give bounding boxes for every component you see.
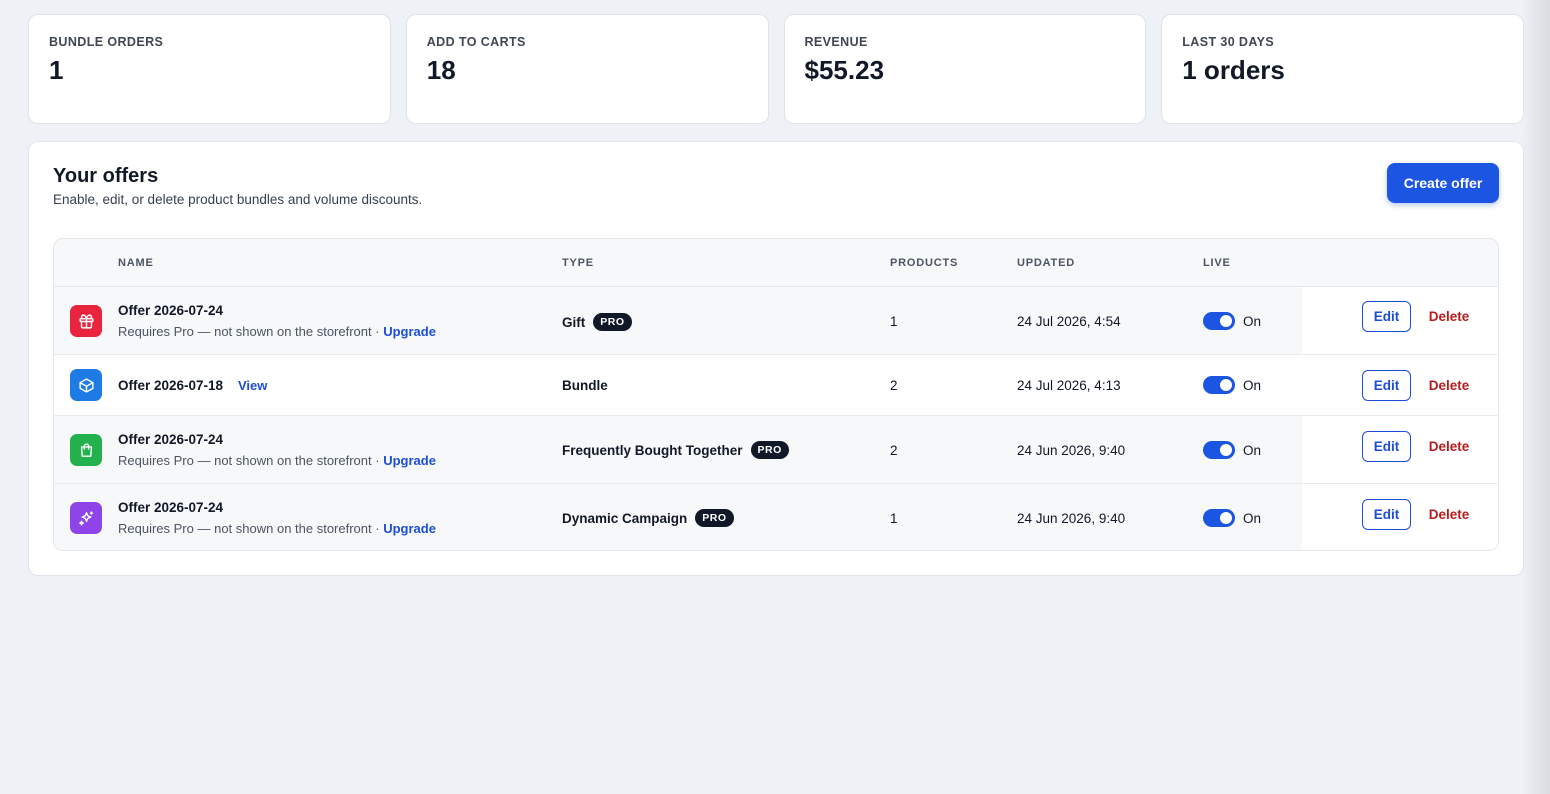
live-toggle-group: On bbox=[1203, 312, 1261, 330]
create-offer-button[interactable]: Create offer bbox=[1387, 163, 1499, 203]
offer-products: 1 bbox=[890, 511, 898, 526]
stat-value: $55.23 bbox=[804, 55, 885, 85]
pro-badge: PRO bbox=[593, 313, 632, 331]
edit-button[interactable]: Edit bbox=[1362, 301, 1411, 332]
stat-value: 18 bbox=[426, 55, 456, 85]
offer-name: Offer 2026-07-24 bbox=[118, 500, 224, 515]
pro-badge: PRO bbox=[750, 441, 789, 459]
live-toggle-label: On bbox=[1243, 313, 1262, 329]
stat-card-bundle-orders: BUNDLE ORDERS 1 bbox=[28, 14, 391, 124]
offer-products: 1 bbox=[890, 314, 898, 329]
offer-pro-note: Requires Pro — not shown on the storefro… bbox=[118, 521, 436, 536]
stat-label: LAST 30 DAYS bbox=[1182, 35, 1275, 49]
stat-value: 1 orders bbox=[1182, 55, 1285, 85]
offer-name: Offer 2026-07-24 bbox=[118, 432, 224, 447]
live-toggle[interactable] bbox=[1203, 312, 1235, 330]
shopping-bag-icon bbox=[70, 434, 102, 466]
upgrade-link[interactable]: Upgrade bbox=[383, 521, 436, 536]
column-header-name: NAME bbox=[118, 257, 154, 269]
column-header-updated: UPDATED bbox=[1017, 257, 1075, 269]
offer-updated: 24 Jun 2026, 9:40 bbox=[1017, 443, 1126, 458]
live-toggle-label: On bbox=[1243, 377, 1262, 393]
live-toggle-label: On bbox=[1243, 510, 1262, 526]
offers-card: Your offers Enable, edit, or delete prod… bbox=[28, 141, 1524, 576]
pro-badge: PRO bbox=[695, 509, 734, 527]
delete-button[interactable]: Delete bbox=[1423, 370, 1475, 401]
offer-type-label: Gift bbox=[562, 314, 586, 330]
offer-products: 2 bbox=[890, 378, 898, 393]
live-toggle[interactable] bbox=[1203, 376, 1235, 394]
offer-name: Offer 2026-07-18 bbox=[118, 378, 224, 393]
live-toggle-group: On bbox=[1203, 441, 1261, 459]
sparkles-icon bbox=[70, 502, 102, 534]
box-icon bbox=[70, 369, 102, 401]
edit-button[interactable]: Edit bbox=[1362, 431, 1411, 462]
offers-subtitle: Enable, edit, or delete product bundles … bbox=[53, 192, 423, 207]
offer-name: Offer 2026-07-24 bbox=[118, 303, 224, 318]
live-toggle-group: On bbox=[1203, 509, 1261, 527]
stat-label: BUNDLE ORDERS bbox=[49, 35, 164, 49]
offer-type-label: Bundle bbox=[562, 378, 608, 393]
edit-button[interactable]: Edit bbox=[1362, 499, 1411, 530]
table-row: Offer 2026-07-18 View Bundle 2 24 Jul 20… bbox=[54, 355, 1498, 416]
view-link[interactable]: View bbox=[238, 378, 267, 393]
offer-updated: 24 Jul 2026, 4:54 bbox=[1017, 314, 1121, 329]
offer-type: Frequently Bought Together PRO bbox=[562, 441, 789, 459]
offer-products: 2 bbox=[890, 443, 898, 458]
offer-type: Bundle bbox=[562, 378, 608, 393]
offer-type: Gift PRO bbox=[562, 313, 632, 331]
column-header-live: LIVE bbox=[1203, 257, 1231, 269]
offer-updated: 24 Jul 2026, 4:13 bbox=[1017, 378, 1121, 393]
live-toggle[interactable] bbox=[1203, 509, 1235, 527]
page-edge-shadow bbox=[1522, 0, 1550, 794]
table-row: Offer 2026-07-24 Requires Pro — not show… bbox=[54, 416, 1498, 484]
live-toggle-label: On bbox=[1243, 442, 1262, 458]
stat-card-last-30-days: LAST 30 DAYS 1 orders bbox=[1161, 14, 1524, 124]
live-toggle[interactable] bbox=[1203, 441, 1235, 459]
upgrade-link[interactable]: Upgrade bbox=[383, 453, 436, 468]
stat-label: ADD TO CARTS bbox=[426, 35, 526, 49]
table-row: Offer 2026-07-24 Requires Pro — not show… bbox=[54, 287, 1498, 355]
delete-button[interactable]: Delete bbox=[1423, 301, 1475, 332]
offers-title: Your offers bbox=[53, 165, 159, 187]
offer-type: Dynamic Campaign PRO bbox=[562, 509, 734, 527]
offer-type-label: Dynamic Campaign bbox=[562, 510, 688, 526]
offer-type-label: Frequently Bought Together bbox=[562, 442, 743, 458]
stat-label: REVENUE bbox=[804, 35, 868, 49]
table-header: NAME TYPE PRODUCTS UPDATED LIVE bbox=[54, 239, 1498, 287]
stat-card-revenue: REVENUE $55.23 bbox=[783, 14, 1147, 124]
table-row: Offer 2026-07-24 Requires Pro — not show… bbox=[54, 484, 1498, 550]
stat-card-add-to-carts: ADD TO CARTS 18 bbox=[405, 14, 769, 124]
gift-icon bbox=[70, 305, 102, 337]
offer-pro-note: Requires Pro — not shown on the storefro… bbox=[118, 453, 436, 468]
delete-button[interactable]: Delete bbox=[1423, 499, 1475, 530]
stats-row: BUNDLE ORDERS 1 ADD TO CARTS 18 REVENUE … bbox=[28, 14, 1524, 124]
offer-pro-note: Requires Pro — not shown on the storefro… bbox=[118, 324, 436, 339]
column-header-products: PRODUCTS bbox=[890, 257, 959, 269]
column-header-type: TYPE bbox=[562, 257, 594, 269]
live-toggle-group: On bbox=[1203, 376, 1261, 394]
delete-button[interactable]: Delete bbox=[1423, 431, 1475, 462]
offer-updated: 24 Jun 2026, 9:40 bbox=[1017, 511, 1126, 526]
edit-button[interactable]: Edit bbox=[1362, 370, 1411, 401]
stat-value: 1 bbox=[49, 55, 64, 85]
upgrade-link[interactable]: Upgrade bbox=[383, 324, 436, 339]
offers-table: NAME TYPE PRODUCTS UPDATED LIVE Offer 20… bbox=[53, 238, 1499, 551]
